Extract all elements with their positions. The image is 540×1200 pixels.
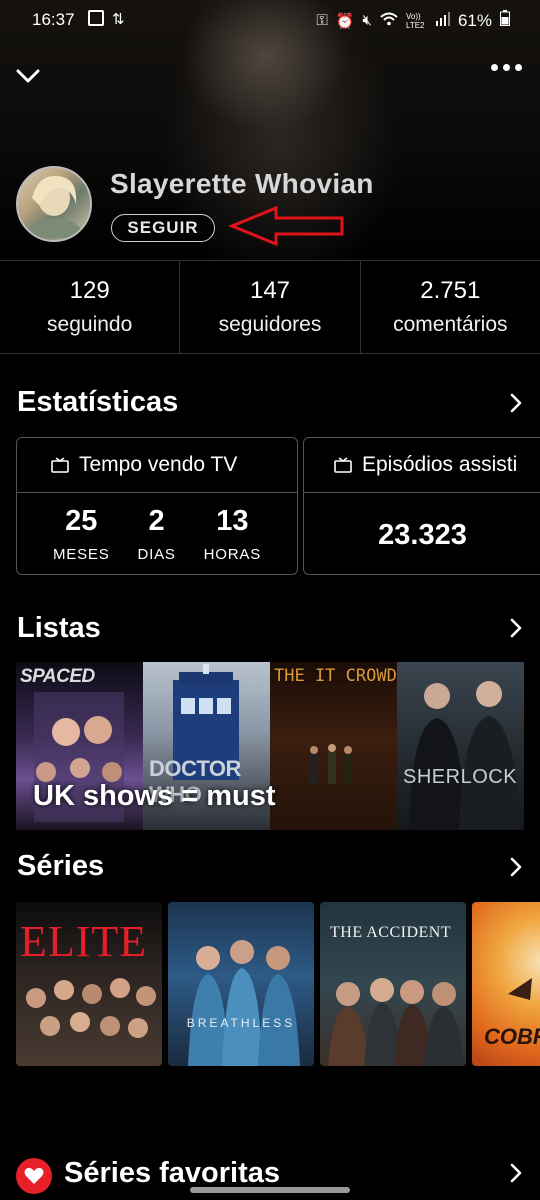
series-title[interactable]: Séries [17, 850, 104, 883]
statistics-title[interactable]: Estatísticas [17, 386, 178, 419]
list-cover-sherlock: SHERLOCK [397, 662, 524, 830]
home-indicator[interactable] [190, 1187, 350, 1193]
profile-stats: 129 seguindo 147 seguidores 2.751 coment… [0, 260, 540, 354]
series-poster-the-accident[interactable]: THE ACCIDENT [320, 902, 466, 1066]
months-block: 25 MESES [53, 505, 110, 563]
stat-label: seguindo [47, 313, 133, 336]
episodes-card-header: Episódios assisti [304, 438, 540, 493]
stat-comments[interactable]: 2.751 comentários [361, 261, 540, 353]
favorites-title[interactable]: Séries favoritas [64, 1157, 280, 1190]
stat-value: 147 [249, 277, 291, 304]
episodes-value: 23.323 [378, 519, 467, 551]
series-poster-elite[interactable]: ELITE [16, 902, 162, 1066]
statistics-chevron-right-icon[interactable] [506, 392, 526, 414]
lists-chevron-right-icon[interactable] [506, 617, 526, 639]
stat-value: 129 [69, 277, 110, 304]
poster-title: COBRA [484, 1024, 540, 1049]
days-label: DIAS [137, 546, 176, 563]
status-bar: 16:37 ⇅ ⚿ ⏰ 🔇︎ Vo)) LTE2 61% [0, 0, 540, 40]
stat-followers[interactable]: 147 seguidores [180, 261, 361, 353]
episodes-title: Episódios assisti [362, 453, 518, 476]
months-value: 25 [65, 505, 98, 537]
signal-icon [435, 11, 450, 31]
days-value: 2 [148, 505, 165, 537]
mute-icon: 🔇︎ [362, 12, 372, 29]
annotation-arrow-icon [228, 205, 344, 247]
stat-following[interactable]: 129 seguindo [0, 261, 181, 353]
tv-time-card-header: Tempo vendo TV [17, 438, 297, 493]
wifi-icon [380, 12, 398, 30]
status-right-icons: ⚿ ⏰ 🔇︎ Vo)) LTE2 61% [316, 10, 510, 31]
favorite-heart-badge [16, 1158, 52, 1194]
episodes-card[interactable]: Episódios assisti 23.323 [303, 437, 540, 575]
status-left-icons: ⇅ [88, 10, 125, 28]
alarm-icon: ⏰ [335, 12, 355, 30]
gallery-icon [88, 10, 104, 26]
stat-label: comentários [393, 313, 508, 336]
profile-name: Slayerette Whovian [110, 168, 374, 199]
battery-icon [500, 10, 510, 31]
series-poster-breathless[interactable]: BREATHLESS [168, 902, 314, 1066]
list-name: UK shows = must [33, 780, 276, 812]
key-icon: ⚿ [316, 12, 328, 29]
tv-icon [51, 457, 69, 473]
sync-icon: ⇅ [112, 11, 125, 28]
more-options-icon[interactable] [491, 64, 522, 71]
series-chevron-right-icon[interactable] [506, 856, 526, 878]
stat-label: seguidores [218, 313, 322, 336]
back-chevron-down-icon[interactable] [14, 62, 42, 90]
hours-label: HORAS [203, 546, 261, 563]
network-label: Vo)) LTE2 [405, 11, 425, 30]
follow-button[interactable]: SEGUIR [111, 214, 215, 242]
series-poster-cobra[interactable]: COBRA [472, 902, 540, 1066]
hours-block: 13 HORAS [204, 505, 261, 563]
tv-time-values: 25 MESES 2 DIAS 13 HORAS [17, 505, 297, 563]
heart-icon [24, 1167, 44, 1184]
poster-title: BREATHLESS [186, 1016, 296, 1030]
status-time: 16:37 [32, 10, 75, 29]
stat-value: 2.751 [420, 277, 481, 304]
lists-title[interactable]: Listas [17, 612, 101, 645]
hours-value: 13 [216, 505, 249, 537]
avatar[interactable] [16, 166, 92, 242]
cover-title: SHERLOCK [403, 766, 518, 788]
days-block: 2 DIAS [137, 505, 175, 563]
favorites-chevron-right-icon[interactable] [506, 1162, 526, 1184]
months-label: MESES [52, 546, 110, 563]
tv-time-card[interactable]: Tempo vendo TV 25 MESES 2 DIAS 13 HORAS [16, 437, 298, 575]
tv-icon [334, 457, 352, 473]
battery-label: 61% [457, 10, 492, 30]
tv-time-title: Tempo vendo TV [79, 453, 238, 476]
list-cover-it-crowd: THE IT CROWD [270, 662, 397, 830]
